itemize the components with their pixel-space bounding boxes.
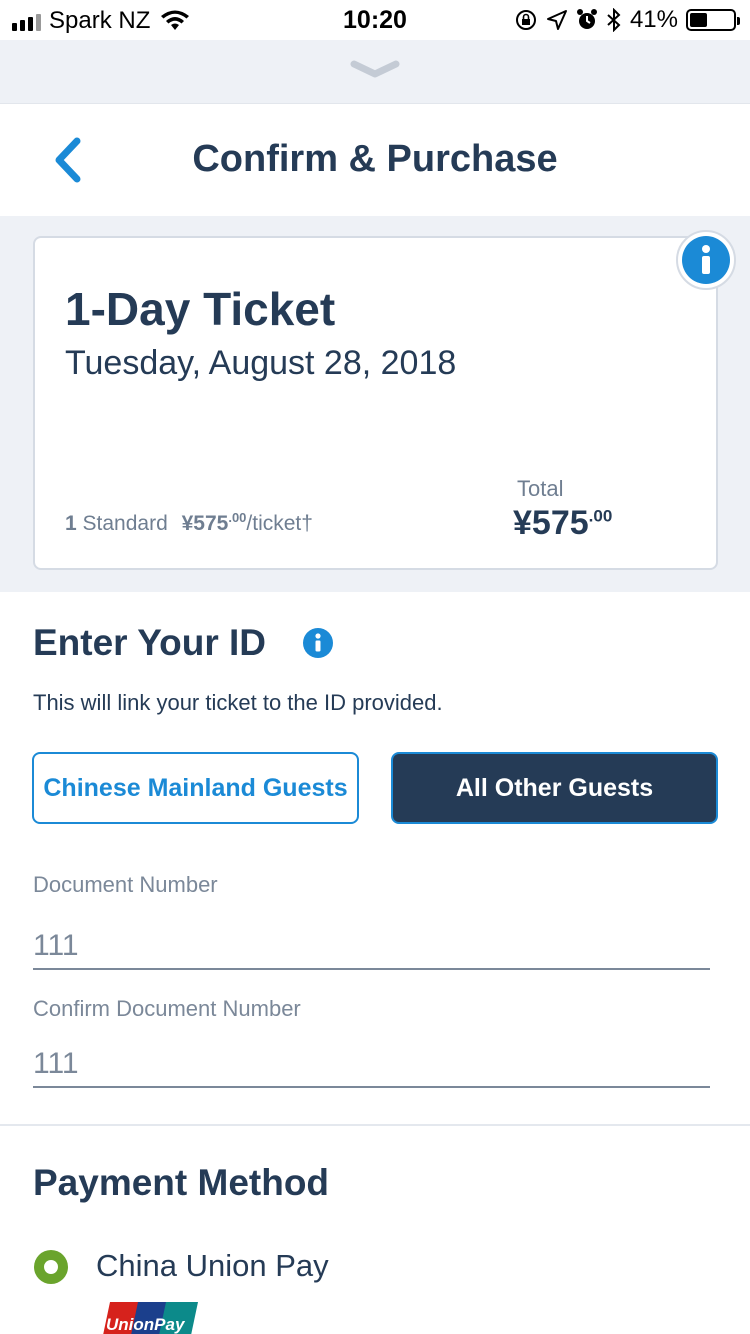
- alarm-icon: [576, 9, 597, 29]
- unionpay-logo: UnionPay: [103, 1302, 198, 1334]
- battery-icon: [686, 9, 740, 31]
- per-ticket: /ticket†: [246, 512, 313, 535]
- chevron-down-icon[interactable]: [350, 58, 400, 82]
- confirm-document-input[interactable]: [33, 1042, 710, 1088]
- china-union-pay-radio[interactable]: [34, 1250, 68, 1284]
- total-value: ¥575.00: [513, 504, 613, 542]
- nav-header: Confirm & Purchase: [0, 104, 750, 216]
- ticket-date: Tuesday, August 28, 2018: [65, 344, 457, 382]
- ticket-price-line: 1 Standard ¥575.00/ticket†: [65, 510, 313, 536]
- drag-handle-strip[interactable]: [0, 40, 750, 104]
- ticket-name: 1-Day Ticket: [65, 283, 336, 335]
- ticket-card-area: 1-Day Ticket Tuesday, August 28, 2018 1 …: [0, 216, 750, 592]
- status-bar: Spark NZ 10:20 41%: [0, 0, 750, 40]
- ticket-quantity: 1: [65, 512, 77, 535]
- page-title: Confirm & Purchase: [192, 138, 558, 180]
- unit-price: ¥575.00: [181, 510, 247, 535]
- confirm-document-label: Confirm Document Number: [33, 996, 301, 1021]
- unionpay-logo-text: UnionPay: [106, 1315, 186, 1334]
- id-info-icon[interactable]: [303, 628, 333, 658]
- section-divider: [0, 1124, 750, 1126]
- total-label: Total: [517, 476, 564, 501]
- location-icon: [546, 10, 567, 30]
- china-union-pay-label[interactable]: China Union Pay: [96, 1248, 329, 1284]
- id-description: This will link your ticket to the ID pro…: [33, 690, 443, 715]
- ticket-type: Standard: [82, 512, 168, 535]
- id-section-title: Enter Your ID: [33, 622, 267, 663]
- radio-selected-icon: [44, 1260, 58, 1274]
- ticket-card: 1-Day Ticket Tuesday, August 28, 2018 1 …: [33, 236, 718, 570]
- bluetooth-icon: [607, 8, 621, 32]
- ticket-info-button[interactable]: [676, 230, 736, 290]
- mainland-guests-button[interactable]: Chinese Mainland Guests: [32, 752, 359, 824]
- lock-rotation-icon: [515, 10, 536, 30]
- info-icon: [682, 236, 730, 284]
- document-number-input[interactable]: [33, 924, 710, 970]
- other-guests-button[interactable]: All Other Guests: [391, 752, 718, 824]
- payment-title: Payment Method: [33, 1162, 330, 1203]
- document-number-label: Document Number: [33, 872, 218, 897]
- status-right: 41%: [514, 6, 740, 34]
- battery-percent: 41%: [629, 6, 678, 33]
